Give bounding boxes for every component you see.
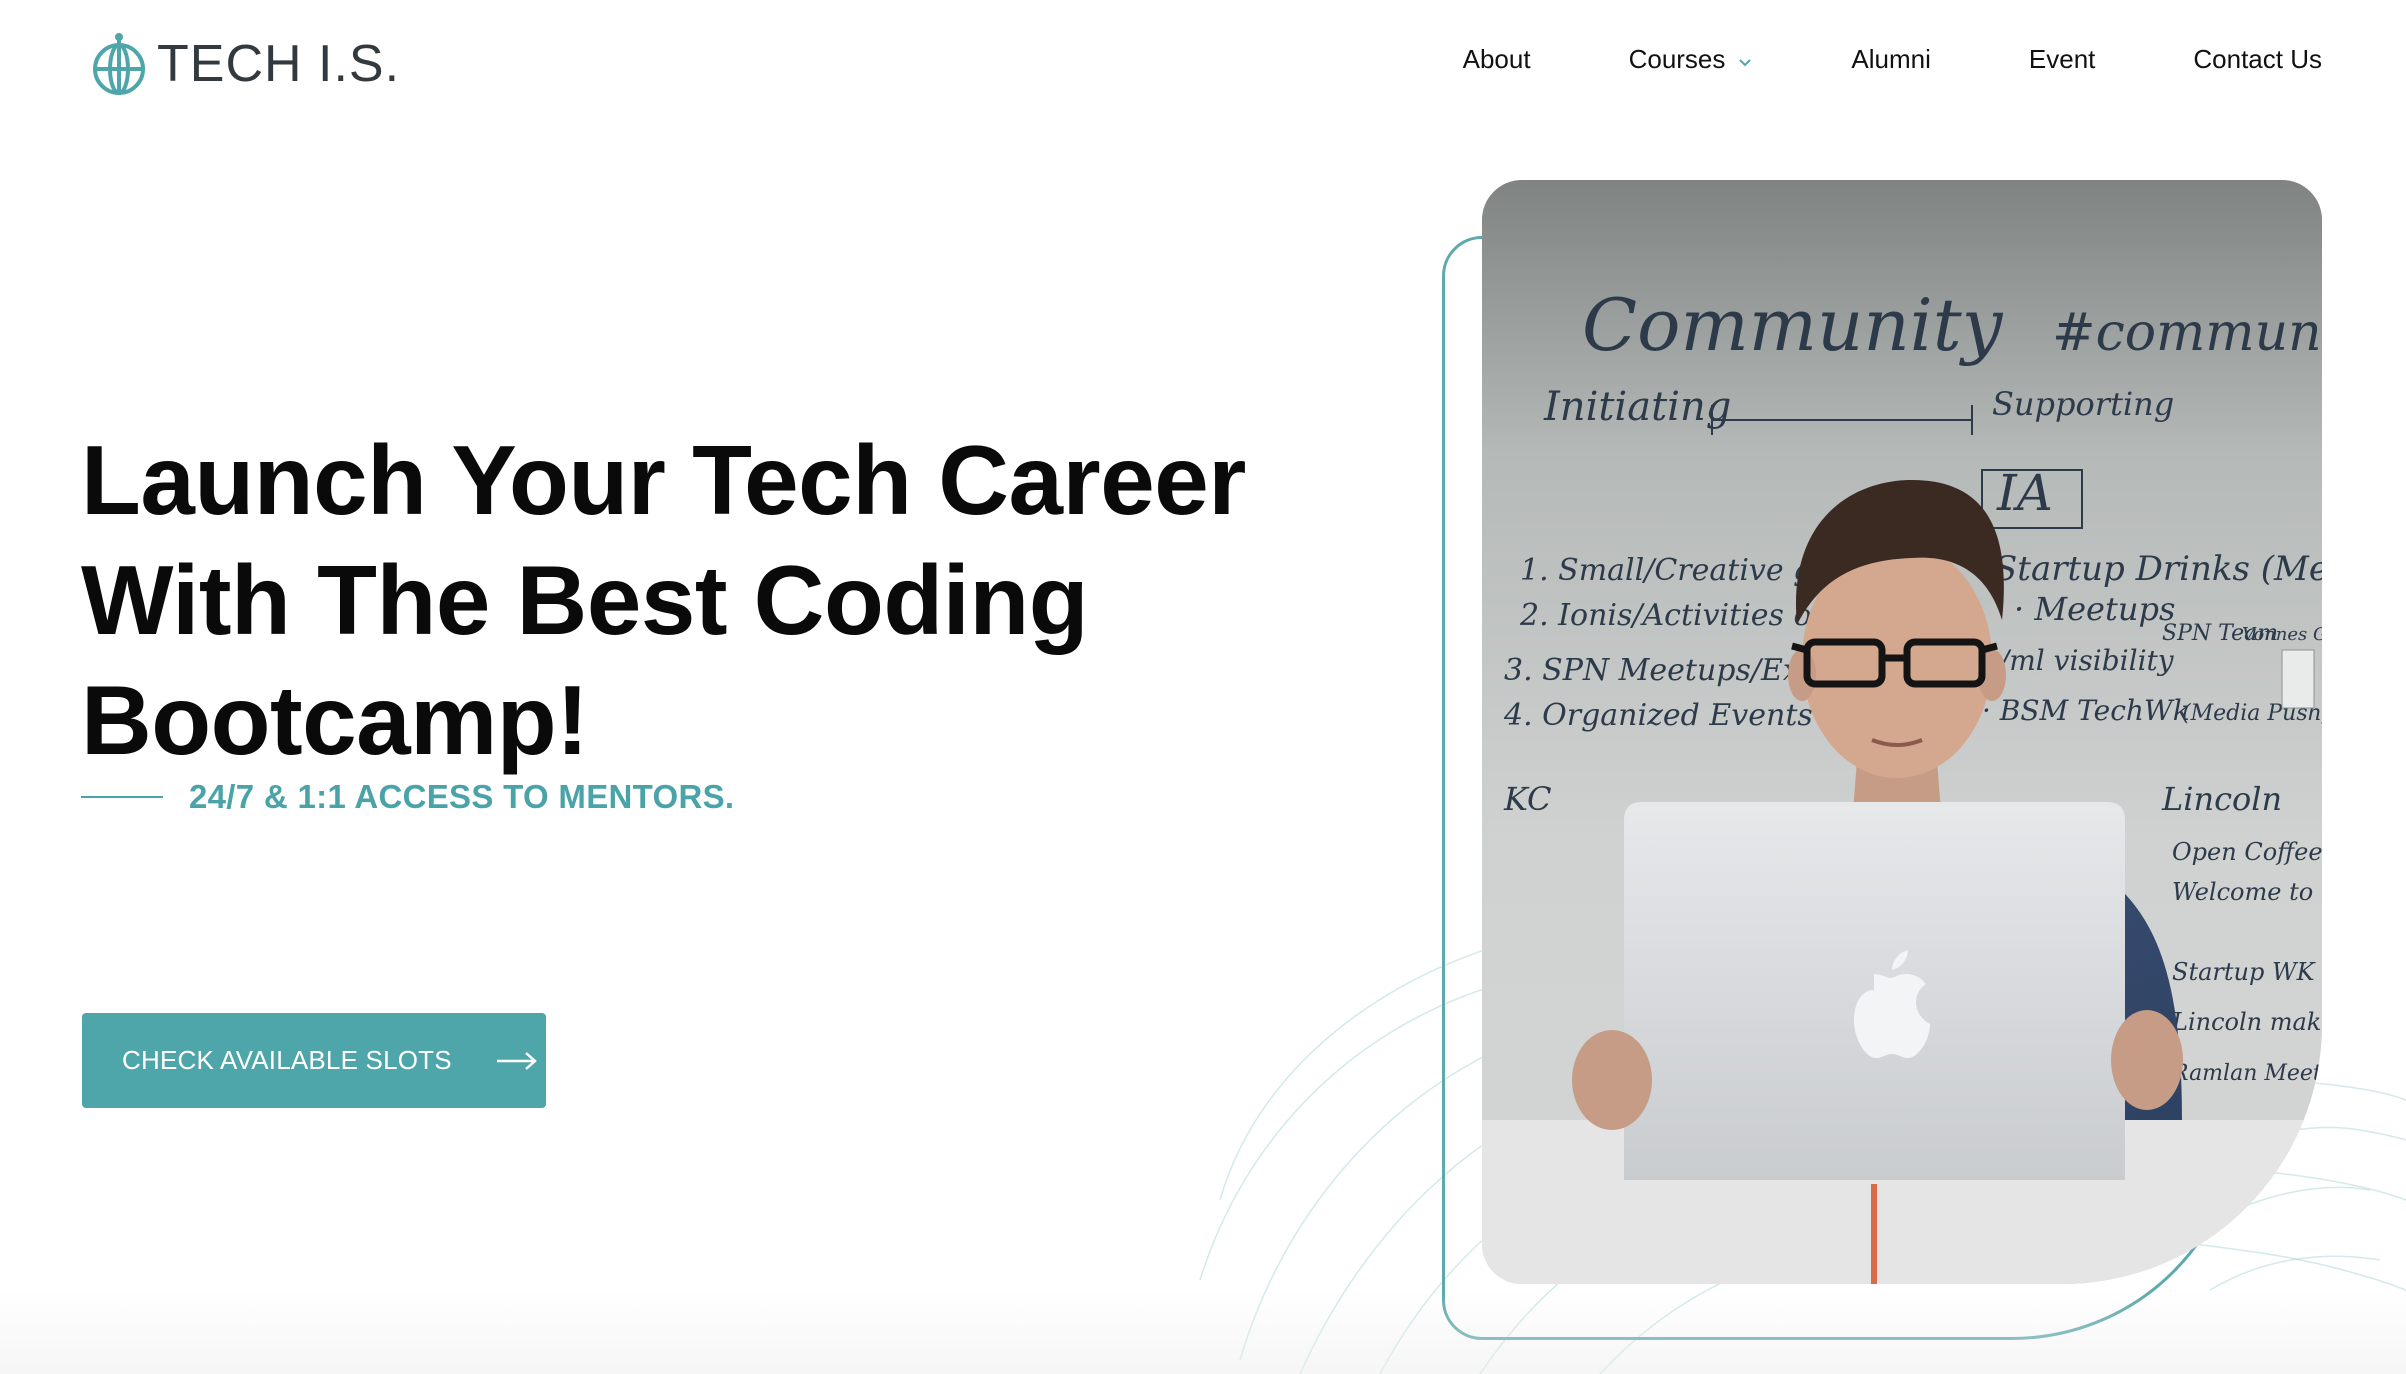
whiteboard-initiating: Initiating bbox=[1543, 384, 1731, 430]
hero-subtitle-row: 24/7 & 1:1 ACCESS TO MENTORS. bbox=[81, 778, 734, 816]
whiteboard-side-note-2: Vonnes GSL bbox=[2242, 624, 2322, 645]
check-available-slots-button[interactable]: CHECK AVAILABLE SLOTS bbox=[82, 1013, 546, 1108]
whiteboard-kc: KC bbox=[1503, 780, 1552, 818]
main-nav: About Courses Alumni Event Contact Us bbox=[1463, 44, 2322, 75]
hero-title-line-2: With The Best Coding bbox=[81, 545, 1089, 655]
whiteboard-ia: IA bbox=[1996, 464, 2053, 522]
whiteboard-supporting: Supporting bbox=[1992, 385, 2174, 423]
hero-title-line-1: Launch Your Tech Career bbox=[81, 425, 1246, 535]
arrow-right-icon bbox=[496, 1051, 537, 1070]
whiteboard-right-4: · BSM TechWk bbox=[1982, 694, 2190, 727]
nav-alumni[interactable]: Alumni bbox=[1851, 44, 1930, 75]
nav-about-label: About bbox=[1462, 44, 1531, 74]
hero-title-line-3: Bootcamp! bbox=[81, 665, 589, 775]
whiteboard-heading-right: #community bbox=[2052, 303, 2322, 363]
globe-logo-icon bbox=[93, 33, 145, 95]
whiteboard-right-1: Startup Drinks (Megan) bbox=[1994, 549, 2322, 589]
brand-name: TECH I.S. bbox=[157, 35, 401, 93]
whiteboard-right-3: · /ml visibility bbox=[1982, 644, 2175, 677]
nav-event[interactable]: Event bbox=[2029, 44, 2096, 75]
nav-event-label: Event bbox=[2028, 44, 2096, 74]
whiteboard-right-8: Startup WK bbox=[2172, 958, 2317, 986]
nav-about[interactable]: About bbox=[1463, 44, 1531, 75]
chevron-down-icon bbox=[1739, 58, 1752, 66]
nav-contact-us-label: Contact Us bbox=[2193, 44, 2322, 74]
whiteboard-right-9: Lincoln make bbox=[2171, 1008, 2322, 1036]
subtitle-divider bbox=[81, 796, 163, 798]
whiteboard-right-10: Ramlan Meet bbox=[2171, 1061, 2322, 1086]
hero-title: Launch Your Tech Career With The Best Co… bbox=[81, 420, 1331, 780]
nav-courses[interactable]: Courses bbox=[1629, 44, 1754, 75]
nav-alumni-label: Alumni bbox=[1851, 44, 1931, 74]
cta-label: CHECK AVAILABLE SLOTS bbox=[122, 1045, 452, 1075]
site-header: TECH I.S. About Courses Alumni Event Con… bbox=[0, 0, 2406, 130]
hero-subtitle: 24/7 & 1:1 ACCESS TO MENTORS. bbox=[189, 778, 735, 815]
whiteboard-right-7: Welcome to happy bbox=[2172, 878, 2322, 906]
brand-logo[interactable]: TECH I.S. bbox=[89, 28, 400, 100]
nav-courses-label: Courses bbox=[1628, 44, 1726, 74]
whiteboard-heading-left: Community bbox=[1582, 283, 2004, 367]
whiteboard-right-6: Open Coffees bbox=[2172, 838, 2322, 866]
hero-photo-illustration: Community #community Initiating Supporti… bbox=[1482, 180, 2322, 1284]
hero-photo: Community #community Initiating Supporti… bbox=[1482, 180, 2322, 1284]
whiteboard-left-4: 4. Organized Events bbox=[1503, 698, 1813, 733]
whiteboard-right-2: · Meetups bbox=[2014, 590, 2175, 628]
nav-contact-us[interactable]: Contact Us bbox=[2193, 44, 2322, 75]
whiteboard-right-5: Lincoln bbox=[2161, 780, 2282, 818]
